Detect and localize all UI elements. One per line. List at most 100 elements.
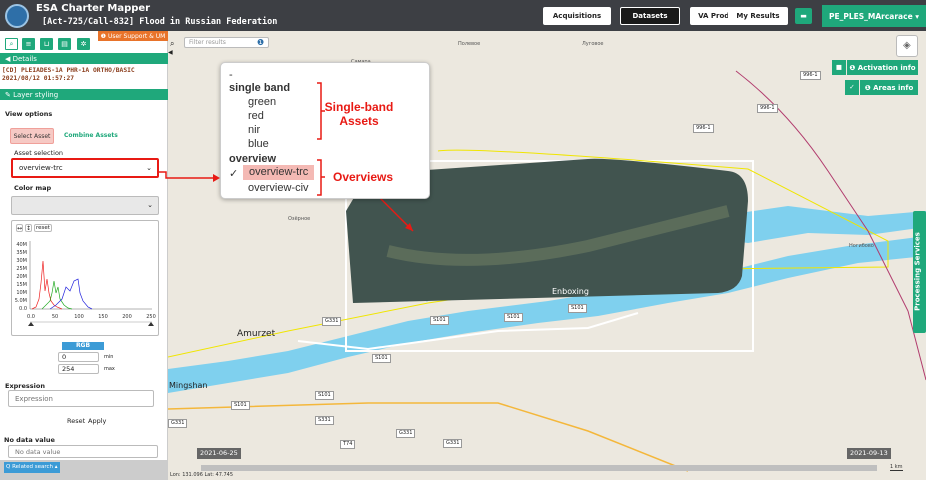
layer-styling-header[interactable]: ✎ Layer styling [0, 89, 168, 100]
place-label: Enboxing [552, 287, 589, 296]
asset-dropdown-popup: - single band green red nir blue overvie… [220, 62, 430, 199]
road-label: S331 [315, 416, 334, 425]
road-label: G331 [322, 317, 342, 326]
hist-y-tick: 10M [16, 290, 27, 296]
check-icon[interactable]: ✓ [845, 80, 859, 95]
nodata-label: No data value [4, 436, 55, 444]
hist-y-tick: 25M [16, 266, 27, 272]
road-label: G331 [396, 429, 416, 438]
dataset-title: [CD] PLEIADES-1A PHR-1A ORTHO/BASIC 2021… [2, 67, 135, 82]
scale-bar: 1 km [890, 464, 903, 471]
road-label: G331 [443, 439, 463, 448]
timeline-end: 2021-09-13 [847, 448, 891, 459]
hist-x-tick: 200 [122, 314, 132, 320]
hist-y-tick: 40M [16, 242, 27, 248]
road-label: S101 [315, 391, 334, 400]
annotation-brackets [317, 82, 325, 196]
road-label: 996-1 [800, 71, 821, 80]
nav-acquisitions[interactable]: Acquisitions [543, 7, 611, 25]
hist-y-tick: 5.0M [15, 298, 27, 304]
road-label: S101 [372, 354, 391, 363]
brush-icon: ✎ [5, 90, 14, 99]
max-input[interactable]: 254 [58, 364, 99, 374]
hist-y-tick: 0.0 [19, 306, 27, 312]
road-label: 996-1 [693, 124, 714, 133]
user-support-button[interactable]: ❶ User Support & UM [98, 31, 168, 41]
asset-select[interactable]: overview-trc ⌄ [11, 158, 159, 178]
min-label: min [104, 354, 114, 360]
tab-combine-assets[interactable]: Combine Assets [64, 132, 118, 139]
basket-icon[interactable]: ⊔ [40, 38, 53, 50]
road-label: S101 [504, 313, 523, 322]
processing-services-tab[interactable]: Processing Services [913, 211, 926, 333]
activation-info-button[interactable]: ❶ Activation info [847, 60, 918, 75]
gear-icon[interactable]: ✲ [77, 38, 90, 50]
search-icon[interactable]: ⌕ [5, 38, 18, 50]
nav-datasets[interactable]: Datasets [620, 7, 680, 25]
coordinates-readout: Lon: 131.096 Lat: 47.745 [170, 472, 234, 478]
annotation-overviews: Overviews [333, 170, 394, 184]
nodata-input[interactable] [8, 445, 158, 458]
timeline-bar[interactable] [201, 465, 877, 471]
hist-y-tick: 15M [16, 282, 27, 288]
layers-icon[interactable]: ◈ [896, 35, 918, 57]
max-label: max [104, 366, 115, 372]
app-title: ESA Charter Mapper [36, 3, 151, 14]
hist-x-tick: 150 [98, 314, 108, 320]
expression-label: Expression [5, 382, 45, 390]
place-label: Луговое [582, 41, 604, 47]
place-label: Mingshan [169, 381, 208, 390]
min-input[interactable]: 0 [58, 352, 99, 362]
road-label: S101 [568, 304, 587, 313]
hist-y-tick: 35M [16, 250, 27, 256]
activation-subtitle: [Act-725/Call-832] Flood in Russian Fede… [42, 17, 278, 27]
view-options-label: View options [5, 110, 53, 118]
top-bar: ESA Charter Mapper [Act-725/Call-832] Fl… [0, 0, 926, 31]
rgb-badge: RGB [62, 342, 104, 350]
related-search-button[interactable]: Q Related search ▴ [4, 462, 60, 473]
details-header[interactable]: ◀ Details [0, 53, 168, 64]
annotation-arrow [158, 171, 220, 182]
place-label: Amurzet [237, 329, 276, 339]
histogram-panel: ↔ ↕ reset 40M 35M 30M 25M 20M 15M 10M 5.… [11, 220, 159, 336]
back-icon: ◀ [5, 54, 13, 63]
road-label: G331 [168, 419, 188, 428]
inbox-icon[interactable]: ▬ [795, 8, 812, 24]
hist-x-tick: 0.0 [27, 314, 35, 320]
asset-selection-label: Asset selection [14, 149, 64, 157]
list-icon[interactable]: ≡ [22, 38, 35, 50]
areas-info-button[interactable]: ❶ Areas info [860, 80, 918, 95]
road-label: S101 [430, 316, 449, 325]
layers-icon[interactable]: ▤ [58, 38, 71, 50]
place-label: Полевое [458, 41, 481, 47]
info-icon[interactable]: ❶ [257, 38, 264, 47]
apply-button[interactable]: Apply [88, 417, 106, 425]
histogram-chart: 40M 35M 30M 25M 20M 15M 10M 5.0M 0.0 0.0… [15, 241, 156, 326]
hist-y-tick: 20M [16, 274, 27, 280]
search-icon: ⌕ [170, 39, 175, 48]
place-label: Озёрное [288, 216, 311, 222]
hist-x-tick: 250 [146, 314, 156, 320]
left-panel: ⌕ ≡ ⊔ ▤ ✲ ◀ Details [CD] PLEIADES-1A PHR… [0, 31, 168, 480]
tab-select-asset[interactable]: Select Asset [10, 128, 54, 144]
place-label: Ногибово [849, 243, 874, 249]
esa-logo [5, 4, 29, 28]
user-menu[interactable]: PE_PLES_MArcarace ▾ [822, 5, 926, 27]
hist-y-tick: 30M [16, 258, 27, 264]
hist-x-tick: 50 [52, 314, 58, 320]
road-label: 996-1 [757, 104, 778, 113]
annotation-single-band: Single-band Assets [324, 100, 394, 128]
nav-my-results[interactable]: My Results [728, 7, 788, 25]
color-map-label: Color map [14, 184, 52, 192]
expression-input[interactable] [8, 390, 154, 407]
hist-x-tick: 100 [74, 314, 84, 320]
road-label: T74 [340, 440, 356, 449]
square-icon[interactable]: ■ [832, 60, 846, 75]
reset-button[interactable]: Reset [67, 417, 85, 425]
chevron-down-icon: ⌄ [147, 201, 153, 209]
road-label: S101 [231, 401, 250, 410]
collapse-panel-icon[interactable]: ◀ [168, 49, 173, 56]
timeline-start: 2021-06-25 [197, 448, 241, 459]
chevron-down-icon: ⌄ [146, 164, 152, 172]
color-map-select[interactable]: ⌄ [11, 196, 159, 215]
